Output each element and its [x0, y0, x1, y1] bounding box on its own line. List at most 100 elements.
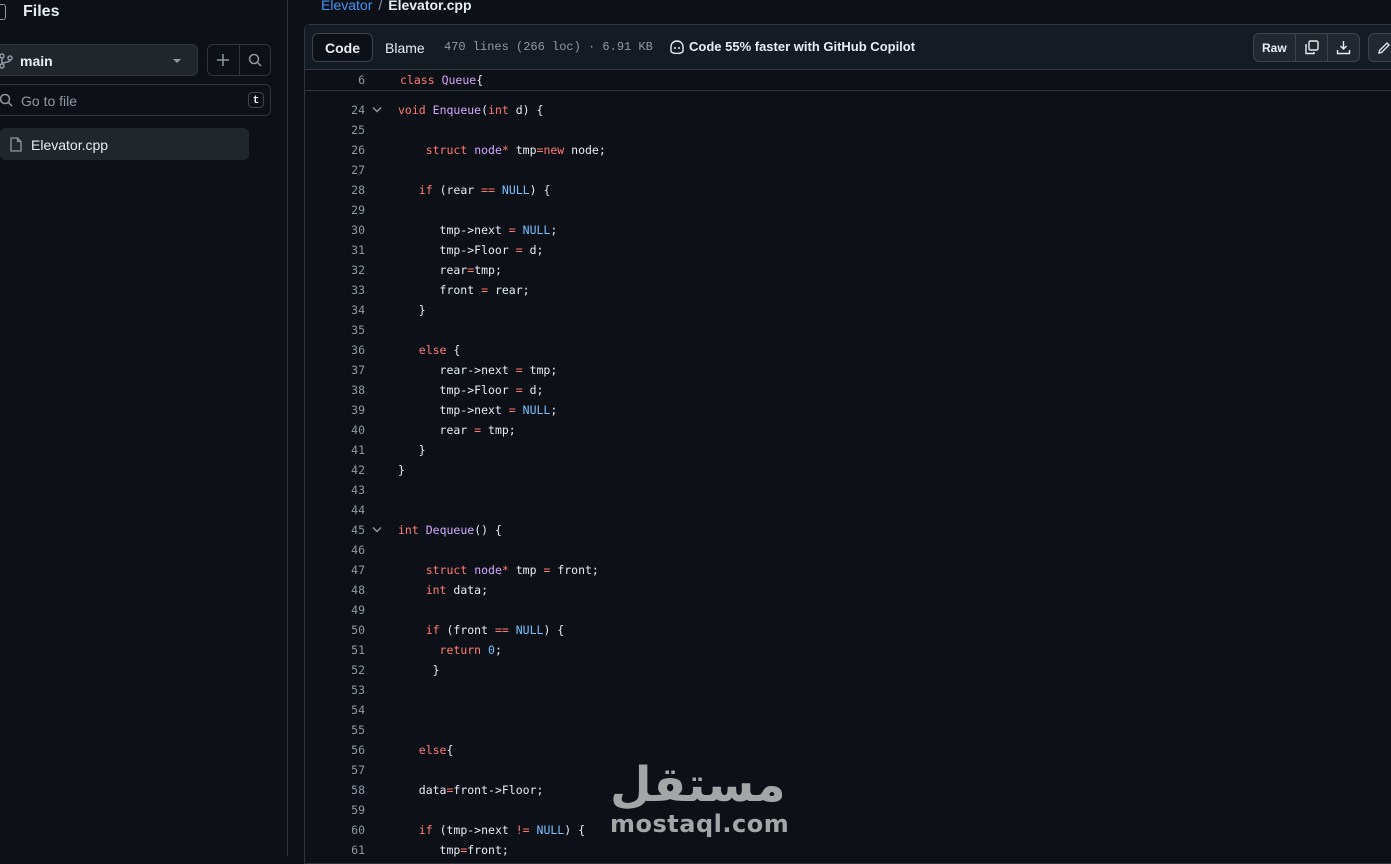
line-number[interactable]: 59	[331, 800, 365, 820]
code-line: 50 if (front == NULL) {	[305, 620, 1391, 640]
line-number[interactable]: 33	[331, 280, 365, 300]
line-number[interactable]: 30	[331, 220, 365, 240]
code-line: 37 rear->next = tmp;	[305, 360, 1391, 380]
sticky-scope-text: class Queue{	[400, 73, 484, 87]
line-number[interactable]: 32	[331, 260, 365, 280]
line-number[interactable]: 50	[331, 620, 365, 640]
code-line: 59	[305, 800, 1391, 820]
line-number[interactable]: 54	[331, 700, 365, 720]
line-number[interactable]: 39	[331, 400, 365, 420]
code-line: 42}	[305, 460, 1391, 480]
code-line: 41 }	[305, 440, 1391, 460]
pencil-icon	[1377, 41, 1390, 54]
line-number[interactable]: 26	[331, 140, 365, 160]
fold-chevron-icon[interactable]	[372, 526, 382, 534]
edit-group	[1367, 33, 1391, 62]
file-actions: Raw	[1253, 33, 1391, 62]
download-icon	[1336, 41, 1350, 55]
line-number[interactable]: 51	[331, 640, 365, 660]
line-number[interactable]: 56	[331, 740, 365, 760]
code-text: else{	[418, 743, 454, 757]
code-line: 25	[305, 120, 1391, 140]
code-line: 33 front = rear;	[305, 280, 1391, 300]
code-text: void Enqueue(int d) {	[398, 103, 544, 117]
line-number[interactable]: 61	[331, 840, 365, 860]
breadcrumb-repo-link[interactable]: Elevator	[321, 0, 372, 13]
code-line: 28 if (rear == NULL) {	[305, 180, 1391, 200]
code-line: 48 int data;	[305, 580, 1391, 600]
code-text: tmp->next = NULL;	[398, 403, 558, 417]
line-number[interactable]: 28	[331, 180, 365, 200]
sidebar-collapse-icon[interactable]	[0, 4, 6, 20]
line-number[interactable]: 52	[331, 660, 365, 680]
line-number[interactable]: 55	[331, 720, 365, 740]
line-number[interactable]: 37	[331, 360, 365, 380]
add-file-button[interactable]	[208, 45, 239, 75]
line-number[interactable]: 38	[331, 380, 365, 400]
line-number[interactable]: 29	[331, 200, 365, 220]
edit-button[interactable]	[1369, 34, 1391, 61]
code-text: int Dequeue() {	[398, 523, 502, 537]
line-number[interactable]: 57	[331, 760, 365, 780]
file-tree-sidebar: Files main Go to file t Elevator.cpp	[0, 0, 288, 856]
code-text: }	[398, 663, 440, 677]
tab-code[interactable]: Code	[312, 33, 373, 62]
code-line: 35	[305, 320, 1391, 340]
fold-chevron-icon[interactable]	[372, 106, 382, 114]
code-line: 60 if (tmp->next != NULL) {	[305, 820, 1391, 840]
copy-icon	[1304, 40, 1319, 55]
copilot-promo-link[interactable]: Code 55% faster with GitHub Copilot	[669, 39, 915, 54]
line-number[interactable]: 49	[331, 600, 365, 620]
code-text: }	[398, 463, 405, 477]
line-number[interactable]: 35	[331, 320, 365, 340]
raw-button[interactable]: Raw	[1254, 34, 1295, 61]
breadcrumb-file: Elevator.cpp	[388, 0, 472, 13]
line-number[interactable]: 42	[331, 460, 365, 480]
code-line: 30 tmp->next = NULL;	[305, 220, 1391, 240]
code-text: tmp->next = NULL;	[398, 223, 558, 237]
code-line: 56 else{	[305, 740, 1391, 760]
line-number[interactable]: 34	[331, 300, 365, 320]
code-line: 52 }	[305, 660, 1391, 680]
raw-copy-download-group: Raw	[1253, 33, 1360, 62]
code-line: 39 tmp->next = NULL;	[305, 400, 1391, 420]
code-text: }	[398, 303, 426, 317]
line-number[interactable]: 41	[331, 440, 365, 460]
code-line: 51 return 0;	[305, 640, 1391, 660]
code-text: int data;	[425, 583, 489, 597]
line-number[interactable]: 36	[331, 340, 365, 360]
line-number[interactable]: 58	[331, 780, 365, 800]
code-text: if (front == NULL) {	[425, 623, 565, 637]
line-number[interactable]: 46	[331, 540, 365, 560]
code-text: struct node* tmp=new node;	[425, 143, 606, 157]
keyboard-shortcut-badge: t	[248, 92, 264, 108]
tab-blame[interactable]: Blame	[373, 33, 437, 62]
search-code-button[interactable]	[238, 45, 271, 75]
line-number[interactable]: 31	[331, 240, 365, 260]
sticky-scope-header[interactable]: 6 class Queue{	[305, 70, 1391, 91]
branch-selector-button[interactable]: main	[0, 44, 198, 76]
plus-icon	[217, 54, 230, 66]
line-number[interactable]: 25	[331, 120, 365, 140]
code-text: else {	[418, 343, 461, 357]
copy-raw-button[interactable]	[1294, 34, 1327, 61]
line-number[interactable]: 53	[331, 680, 365, 700]
code-text: rear=tmp;	[398, 263, 502, 277]
line-number[interactable]: 43	[331, 480, 365, 500]
code-text: }	[398, 443, 426, 457]
sidebar-actions	[207, 44, 271, 76]
line-number[interactable]: 48	[331, 580, 365, 600]
code-text: return 0;	[439, 643, 502, 657]
line-number[interactable]: 60	[331, 820, 365, 840]
code-text: data=front->Floor;	[398, 783, 544, 797]
line-number[interactable]: 24	[331, 100, 365, 120]
go-to-file-input[interactable]: Go to file t	[0, 84, 271, 116]
line-number[interactable]: 27	[331, 160, 365, 180]
download-button[interactable]	[1326, 34, 1359, 61]
line-number[interactable]: 40	[331, 420, 365, 440]
line-number[interactable]: 45	[331, 520, 365, 540]
line-number[interactable]: 44	[331, 500, 365, 520]
code-text: rear = tmp;	[398, 423, 516, 437]
file-tree-item[interactable]: Elevator.cpp	[0, 128, 249, 160]
line-number[interactable]: 47	[331, 560, 365, 580]
